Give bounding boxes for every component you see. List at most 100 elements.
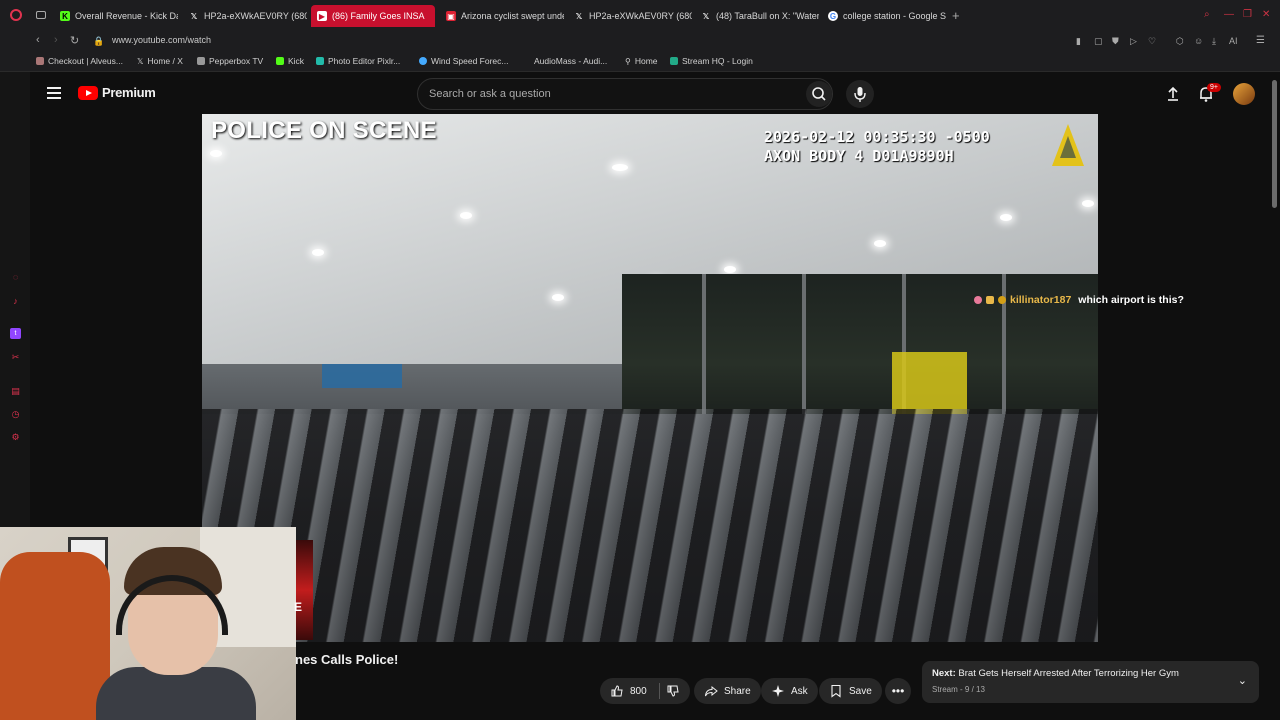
settings-icon[interactable]: ⚙ xyxy=(10,432,21,443)
next-up-card[interactable]: Next: Brat Gets Herself Arrested After T… xyxy=(922,661,1259,703)
voice-search-button[interactable] xyxy=(846,80,874,108)
location-pin-icon: ⚲ xyxy=(625,56,631,66)
tab-label: HP2a-eXWkAEV0RY (680× xyxy=(204,11,307,21)
tab-x-image-2[interactable]: 𝕏 HP2a-eXWkAEV0RY (680× xyxy=(568,5,692,27)
chat-text: which airport is this? xyxy=(1078,294,1184,306)
like-count: 800 xyxy=(630,685,647,697)
ceiling-light xyxy=(874,240,886,247)
window-frame xyxy=(802,274,806,424)
notes-icon[interactable]: ▤ xyxy=(10,386,21,397)
share-button[interactable]: Share xyxy=(694,678,761,704)
bookmark-pixlr[interactable]: Photo Editor Pixlr... xyxy=(316,56,400,66)
snapshot-icon[interactable]: ▢ xyxy=(1094,36,1103,47)
ask-button[interactable]: Ask xyxy=(761,678,818,704)
chevron-down-icon[interactable]: ⌄ xyxy=(1238,674,1247,687)
messenger-icon[interactable]: ◌ xyxy=(10,271,21,282)
camera-id-line: AXON BODY 4 D01A9890H xyxy=(764,147,954,165)
back-icon[interactable]: ‹ xyxy=(36,34,40,46)
search-tabs-icon[interactable]: ⌕ xyxy=(1204,9,1210,20)
menu-icon[interactable]: ☰ xyxy=(1256,35,1265,46)
history-icon[interactable]: ◷ xyxy=(10,409,21,420)
bookmark-pepperbox[interactable]: Pepperbox TV xyxy=(197,56,263,66)
ask-label: Ask xyxy=(791,685,808,697)
tab-x-image-1[interactable]: 𝕏 HP2a-eXWkAEV0RY (680× xyxy=(183,5,307,27)
tab-kick-revenue[interactable]: K Overall Revenue - Kick Da xyxy=(54,5,178,27)
ai-button[interactable]: AI xyxy=(1229,36,1238,46)
url-field[interactable]: www.youtube.com/watch xyxy=(112,35,211,45)
upload-icon[interactable] xyxy=(1163,84,1183,104)
video-overlay-title: POLICE ON SCENE xyxy=(211,117,437,144)
youtube-logo[interactable]: Premium xyxy=(78,85,156,100)
bookmark-label: Home / X xyxy=(147,56,183,66)
next-up-line: Next: Brat Gets Herself Arrested After T… xyxy=(932,668,1179,679)
search-input[interactable]: Search or ask a question xyxy=(417,78,833,110)
ceiling-light xyxy=(724,266,736,273)
tab-google-search[interactable]: G college station - Google Se xyxy=(822,5,946,27)
bookmark-save-icon xyxy=(831,684,841,698)
chat-badge-icon xyxy=(986,296,994,304)
download-icon[interactable]: ⤓ xyxy=(1212,36,1216,47)
tab-tarabull[interactable]: 𝕏 (48) TaraBull on X: "Water xyxy=(695,5,819,27)
more-icon: ••• xyxy=(891,684,905,698)
thumbs-down-icon[interactable] xyxy=(666,684,680,698)
minimize-icon[interactable]: — xyxy=(1224,9,1234,20)
like-button[interactable]: 800 xyxy=(600,678,690,704)
bookmark-wind-speed[interactable]: Wind Speed Forec... xyxy=(419,56,508,66)
streamer-webcam xyxy=(0,527,296,720)
next-up-title: Brat Gets Herself Arrested After Terrori… xyxy=(958,668,1179,679)
bookmark-label: Wind Speed Forec... xyxy=(431,56,509,66)
x-icon: 𝕏 xyxy=(702,11,710,21)
bookmark-audiomass[interactable]: AudioMass - Audi... xyxy=(534,56,607,66)
ceiling-light xyxy=(1000,214,1012,221)
close-window-icon[interactable]: ✕ xyxy=(1262,9,1270,20)
page-scrollbar[interactable] xyxy=(1272,80,1277,208)
tab-overview-icon[interactable] xyxy=(36,11,46,19)
twitch-icon[interactable]: t xyxy=(10,328,21,339)
more-actions-button[interactable]: ••• xyxy=(885,678,911,704)
chat-badge-icon xyxy=(998,296,1006,304)
flow-icon[interactable]: ▷ xyxy=(1130,36,1137,47)
ai-label: AI xyxy=(1229,36,1238,46)
bookmark-label: Home xyxy=(634,56,658,66)
new-tab-icon[interactable]: + xyxy=(952,8,960,23)
tab-arizona-news[interactable]: ▣ Arizona cyclist swept unde xyxy=(440,5,564,27)
x-icon: 𝕏 xyxy=(137,56,144,66)
opera-icon[interactable] xyxy=(10,9,22,21)
x-icon: 𝕏 xyxy=(190,11,198,21)
next-up-subtitle: Stream - 9 / 13 xyxy=(932,685,985,694)
profile-icon[interactable]: ☺ xyxy=(1194,36,1203,46)
bookmark-checkout[interactable]: Checkout | Alveus... xyxy=(36,56,123,66)
bookmark-stream-hq[interactable]: Stream HQ - Login xyxy=(670,56,753,66)
bookmark-icon[interactable]: ▮ xyxy=(1076,36,1081,47)
bookmark-home[interactable]: ⚲ Home xyxy=(625,56,658,66)
news-icon: ▣ xyxy=(446,11,456,21)
pinboard-icon[interactable]: ✂ xyxy=(10,352,21,363)
avatar[interactable] xyxy=(1233,83,1255,105)
bookmark-favicon-icon xyxy=(670,57,678,65)
bookmark-home-x[interactable]: 𝕏 Home / X xyxy=(137,56,183,66)
maximize-icon[interactable]: ❐ xyxy=(1243,9,1252,20)
forward-icon[interactable]: › xyxy=(54,34,58,46)
extensions-icon[interactable]: ⬡ xyxy=(1176,36,1184,47)
bookmark-favicon-icon xyxy=(36,57,44,65)
search-button[interactable] xyxy=(806,81,832,107)
ceiling-light xyxy=(552,294,564,301)
youtube-header: Premium Search or ask a question 9+ xyxy=(30,72,1280,116)
heart-icon[interactable]: ♡ xyxy=(1148,36,1156,47)
gate-screen xyxy=(322,364,402,388)
bookmark-label: AudioMass - Audi... xyxy=(534,56,608,66)
bookmark-favicon-icon xyxy=(316,57,324,65)
adblock-icon[interactable]: ⛊ xyxy=(1112,36,1119,47)
save-button[interactable]: Save xyxy=(819,678,882,704)
reload-icon[interactable]: ↻ xyxy=(70,34,79,47)
ceiling-light xyxy=(612,164,628,171)
video-title: nes Calls Police! xyxy=(295,652,399,667)
player-icon[interactable]: ♪ xyxy=(10,295,21,306)
tab-youtube-active[interactable]: ▶ (86) Family Goes INSA xyxy=(311,5,435,27)
webcam-chair xyxy=(0,552,110,720)
video-player[interactable]: POLICE ON SCENE 2026-02-12 00:35:30 -050… xyxy=(202,114,1098,642)
hamburger-menu-icon[interactable] xyxy=(47,87,61,99)
tab-label: college station - Google Se xyxy=(843,11,946,21)
ceiling-light xyxy=(460,212,472,219)
bookmark-kick[interactable]: Kick xyxy=(276,56,304,66)
